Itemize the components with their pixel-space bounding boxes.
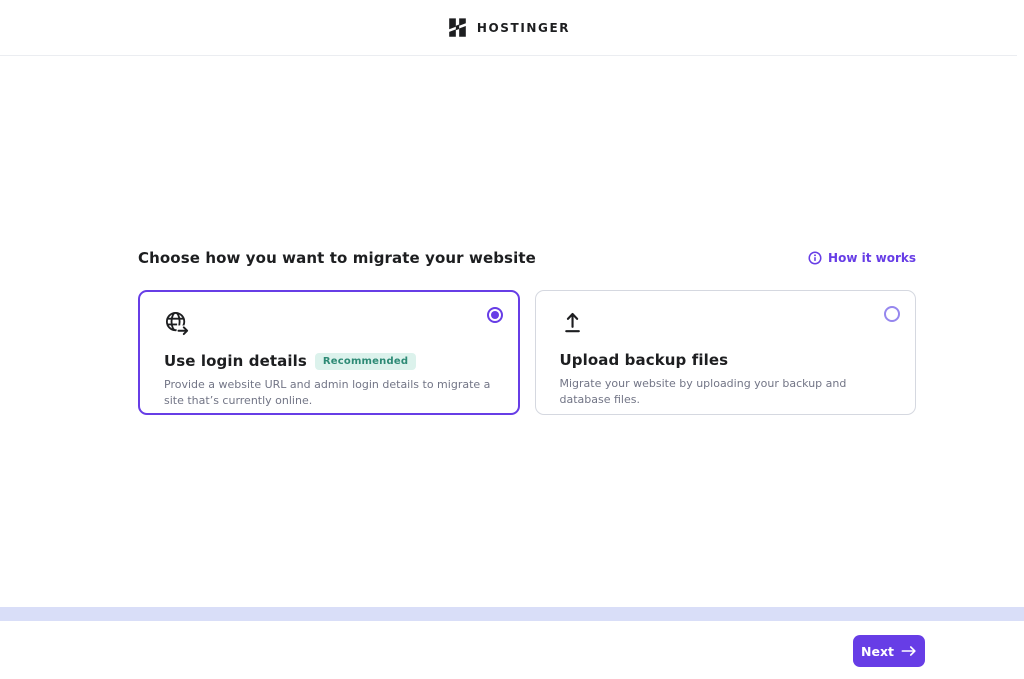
top-header: HOSTINGER (0, 0, 1017, 56)
upload-icon (560, 309, 587, 336)
main-content: Choose how you want to migrate your webs… (138, 246, 916, 415)
migration-wizard-page: HOSTINGER Choose how you want to migrate… (0, 0, 1024, 679)
option-title: Use login details (164, 352, 307, 370)
migration-options: Use login details Recommended Provide a … (138, 290, 916, 415)
progress-bar-track (0, 607, 1024, 621)
page-title: Choose how you want to migrate your webs… (138, 249, 536, 267)
option-title: Upload backup files (560, 351, 729, 369)
radio-upload-backup-files[interactable] (884, 306, 900, 322)
hostinger-logo-text: HOSTINGER (477, 21, 570, 35)
content-header-row: Choose how you want to migrate your webs… (138, 246, 916, 270)
option-description: Migrate your website by uploading your b… (560, 376, 892, 408)
arrow-right-icon (901, 645, 917, 657)
recommended-badge: Recommended (315, 353, 416, 370)
info-icon (808, 251, 822, 265)
hostinger-logo-icon (447, 17, 468, 38)
card-title-row: Use login details Recommended (164, 352, 494, 370)
option-card-use-login-details[interactable]: Use login details Recommended Provide a … (138, 290, 520, 415)
option-card-upload-backup-files[interactable]: Upload backup files Migrate your website… (535, 290, 917, 415)
globe-arrow-icon (164, 310, 191, 337)
option-description: Provide a website URL and admin login de… (164, 377, 494, 409)
how-it-works-label: How it works (828, 251, 916, 265)
next-button-label: Next (861, 644, 894, 659)
next-button[interactable]: Next (853, 635, 925, 667)
radio-use-login-details[interactable] (487, 307, 503, 323)
hostinger-logo: HOSTINGER (447, 17, 570, 38)
card-title-row: Upload backup files (560, 351, 892, 369)
how-it-works-link[interactable]: How it works (808, 251, 916, 265)
radio-selected-dot (491, 311, 499, 319)
